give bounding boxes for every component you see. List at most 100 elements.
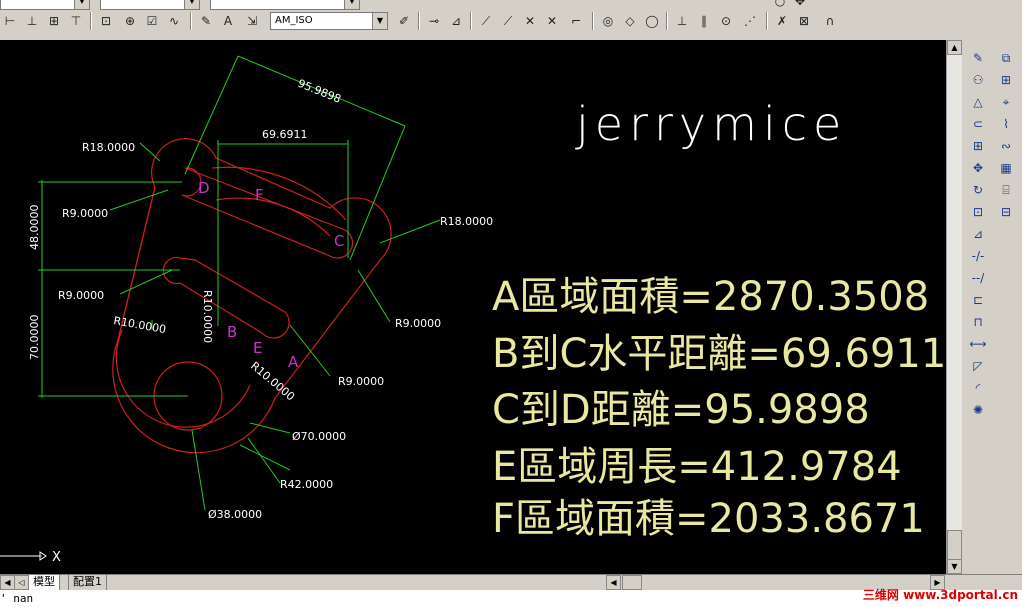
rotate-icon[interactable]: ↻	[968, 180, 988, 200]
drawing-svg: 95.9898 69.6911 R18.0000 R18.0000 R9.000…	[0, 55, 946, 565]
chevron-down-icon: ▼	[372, 13, 387, 29]
r9-left-mid-label: R9.0000	[58, 289, 104, 302]
result-a-area: A區域面積=2870.3508	[492, 274, 929, 320]
tolerance-icon[interactable]: ☑	[142, 12, 162, 30]
linetype-combo[interactable]: ▼	[210, 0, 360, 10]
ucs-icon: X	[0, 550, 61, 565]
baseline-dim-icon[interactable]: ⊤	[66, 12, 86, 30]
osnap-endpoint-icon[interactable]: ⊸	[424, 12, 444, 30]
aligned-dim-icon[interactable]: ⊥	[22, 12, 42, 30]
zoom-icon[interactable]: ○	[770, 0, 790, 10]
osnap-apparent-icon[interactable]: ⟋	[498, 12, 518, 30]
osnap-node-icon[interactable]: ⊙	[716, 12, 736, 30]
scroll-up-button[interactable]: ▲	[947, 40, 962, 55]
match-prop-icon[interactable]: ⌖	[996, 92, 1016, 112]
toolbar-row-dimension: ⊢ ⊥ ⊞ ⊤ ⊡ ⊕ ☑ ∿ ✎ A ⇲ AM_ISO ▼ ✐ ⊸ ⊿ ⟋ ⟋ …	[0, 12, 1022, 30]
tab-prev-button[interactable]: ◁	[14, 575, 29, 590]
extend-icon[interactable]: --/	[968, 268, 988, 288]
scroll-down-button[interactable]: ▼	[947, 559, 962, 574]
osnap-perpendicular-icon[interactable]: ⊥	[672, 12, 692, 30]
dim-edit-icon[interactable]: ✎	[196, 12, 216, 30]
scale-icon[interactable]: ⊡	[968, 202, 988, 222]
trim-icon[interactable]: -/-	[968, 246, 988, 266]
dimensions	[0, 55, 441, 557]
leader-icon[interactable]: ∿	[164, 12, 184, 30]
dimstyle-combo[interactable]: AM_ISO ▼	[270, 12, 388, 30]
r9-left-top-label: R9.0000	[62, 207, 108, 220]
offset-icon[interactable]: ⊂	[968, 114, 988, 134]
center-mark-icon[interactable]: ⊕	[120, 12, 140, 30]
result-f-area: F區域面積=2033.8671	[492, 496, 925, 542]
osnap-extension-icon[interactable]: ✕	[520, 12, 540, 30]
osnap-intersection-icon[interactable]: ⟋	[476, 12, 496, 30]
ordinate-dim-icon[interactable]: ⊞	[44, 12, 64, 30]
move-icon[interactable]: ✥	[968, 158, 988, 178]
osnap-none-icon[interactable]: ✗	[772, 12, 792, 30]
linear-dim-icon[interactable]: ⊢	[0, 12, 20, 30]
magnet-icon[interactable]: ∩	[820, 12, 840, 30]
dim-95: 95.9898	[296, 77, 343, 106]
geometry	[112, 138, 392, 454]
edit-poly-icon[interactable]: ⌇	[996, 114, 1016, 134]
fillet-icon[interactable]: ◜	[968, 378, 988, 398]
quick-dim-icon[interactable]: ⊡	[96, 12, 116, 30]
osnap-perp-icon[interactable]: ⌐	[566, 12, 586, 30]
array-icon[interactable]: ⊞	[968, 136, 988, 156]
vertical-scrollbar[interactable]: ▲ ▼	[946, 40, 962, 574]
region-label-b: B	[227, 323, 237, 341]
r9-bottom-label: R9.0000	[338, 375, 384, 388]
region-label-e: E	[253, 339, 262, 357]
r10-vertical-label: R10.0000	[201, 290, 214, 343]
hscroll-thumb[interactable]	[622, 575, 642, 590]
chevron-down-icon: ▼	[74, 0, 89, 9]
erase-icon[interactable]: ✎	[968, 48, 988, 68]
pan-icon[interactable]: ✥	[790, 0, 810, 10]
dim-69: 69.6911	[262, 128, 308, 141]
break-at-point-icon[interactable]: ⊓	[968, 312, 988, 332]
scroll-thumb[interactable]	[947, 530, 962, 560]
osnap-tangent-icon[interactable]: ◯	[642, 12, 662, 30]
result-c-d-distance: C到D距離=95.9898	[492, 387, 870, 433]
chamfer-icon[interactable]: ◸	[968, 356, 988, 376]
dia-38-label: Ø38.0000	[208, 508, 262, 521]
draworder-icon[interactable]: ⧉	[996, 48, 1016, 68]
break-icon[interactable]: ⊏	[968, 290, 988, 310]
region-label-c: C	[334, 232, 344, 250]
osnap-settings-icon[interactable]: ⊠	[794, 12, 814, 30]
chevron-down-icon: ▼	[344, 0, 359, 9]
dimension-texts: 95.9898 69.6911 R18.0000 R18.0000 R9.000…	[28, 77, 493, 521]
edit-attrib-icon[interactable]: ⌸	[996, 180, 1016, 200]
dim-text-edit-icon[interactable]: A	[218, 12, 238, 30]
join-icon[interactable]: ⟷	[968, 334, 988, 354]
color-combo[interactable]: ▼	[100, 0, 200, 10]
osnap-midpoint-icon[interactable]: ⊿	[446, 12, 466, 30]
osnap-insert-icon[interactable]: ✕	[542, 12, 562, 30]
osnap-quadrant-icon[interactable]: ◇	[620, 12, 640, 30]
drawing-title: jerrymice	[575, 97, 847, 151]
properties-icon[interactable]: ⊞	[996, 70, 1016, 90]
mirror-icon[interactable]: △	[968, 92, 988, 112]
osnap-parallel-icon[interactable]: ∥	[694, 12, 714, 30]
dim-update-icon[interactable]: ⇲	[242, 12, 262, 30]
tab-model[interactable]: 模型	[28, 575, 60, 591]
stretch-icon[interactable]: ⊿	[968, 224, 988, 244]
r9-right-label: R9.0000	[395, 317, 441, 330]
r18-right-label: R18.0000	[440, 215, 493, 228]
tab-layout1[interactable]: 配置1	[68, 575, 107, 591]
dim-48: 48.0000	[28, 205, 41, 251]
edit-hatch-icon[interactable]: ▦	[996, 158, 1016, 178]
edit-spline-icon[interactable]: ∾	[996, 136, 1016, 156]
tab-first-button[interactable]: ◀	[0, 575, 15, 590]
chevron-down-icon: ▼	[184, 0, 199, 9]
edit-block-icon[interactable]: ⊟	[996, 202, 1016, 222]
dimstyle-manager-icon[interactable]: ✐	[394, 12, 414, 30]
layer-combo[interactable]: ▼	[0, 0, 90, 10]
copy-icon[interactable]: ⚇	[968, 70, 988, 90]
region-label-a: A	[288, 353, 299, 371]
drawing-canvas[interactable]: 95.9898 69.6911 R18.0000 R18.0000 R9.000…	[0, 40, 946, 574]
osnap-nearest-icon[interactable]: ⋰	[740, 12, 760, 30]
toolbar-area: ▼ ▼ ▼ ○ ✥ ⊢ ⊥ ⊞ ⊤ ⊡ ⊕ ☑ ∿ ✎ A ⇲ AM_ISO ▼ …	[0, 0, 1022, 41]
explode-icon[interactable]: ✺	[968, 400, 988, 420]
hscroll-left-button[interactable]: ◀	[606, 575, 621, 590]
osnap-center-icon[interactable]: ◎	[598, 12, 618, 30]
